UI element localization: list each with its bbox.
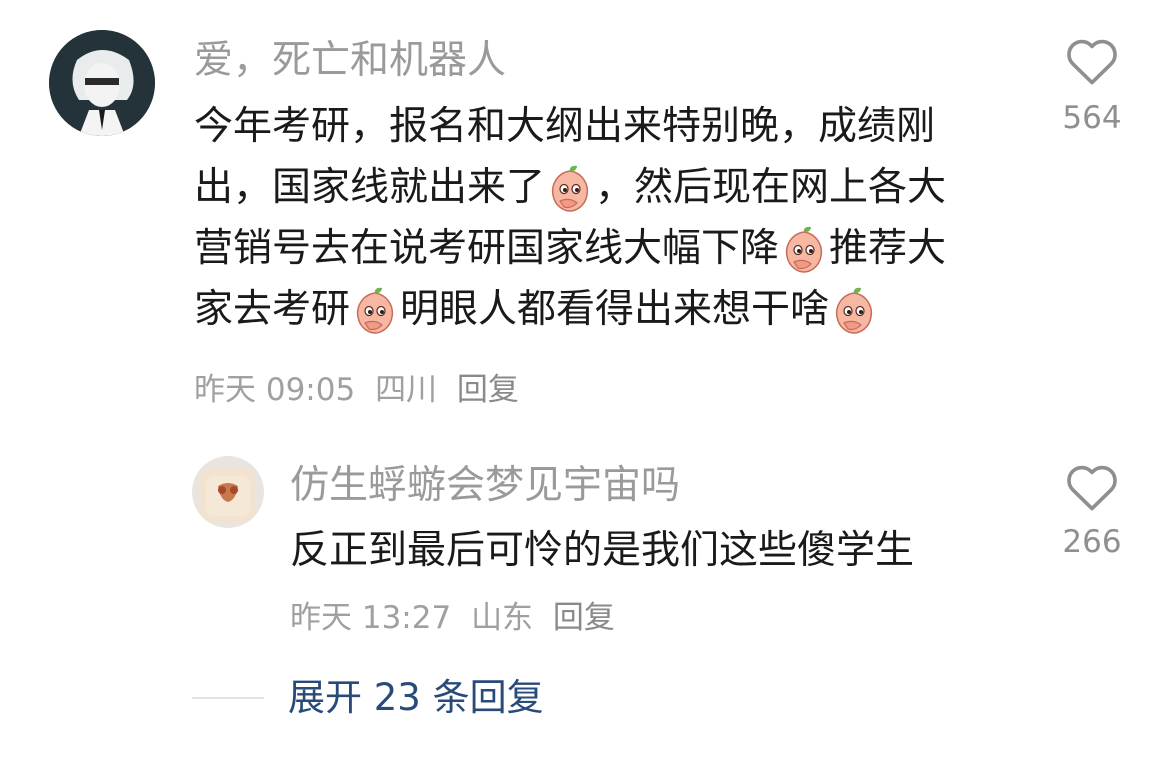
reply-like-button[interactable]: 266 (1052, 462, 1132, 562)
reply-username[interactable]: 仿生蜉蝣会梦见宇宙吗 (290, 462, 680, 510)
comment-main: 爱，死亡和机器人 今年考研，报名和大纲出来特别晚，成绩刚 出，国家线就出来了 ，… (0, 0, 1170, 430)
comment-line: 出，国家线就出来了 ，然后现在网上各大 (194, 157, 1024, 218)
heart-outline-icon (1067, 39, 1117, 85)
comment-text-segment: 家去考研 (194, 287, 351, 332)
comment-username[interactable]: 爱，死亡和机器人 (194, 37, 506, 85)
reply-avatar[interactable] (192, 456, 264, 528)
comment-text-segment: 明眼人都看得出来想干啥 (400, 287, 830, 332)
expand-replies-label[interactable]: 展开 23 条回复 (288, 674, 544, 722)
reply-line: 反正到最后可怜的是我们这些傻学生 (290, 520, 1030, 581)
reply-reply-button[interactable]: 回复 (553, 600, 615, 636)
peach-emoji-icon (781, 224, 827, 274)
reply-button[interactable]: 回复 (457, 372, 519, 408)
peach-emoji-icon (352, 285, 398, 335)
avatar-image (49, 30, 155, 136)
comment-time: 昨天 09:05 (194, 372, 356, 408)
reply-location: 山东 (471, 600, 534, 636)
peach-emoji-icon (547, 163, 593, 213)
like-button[interactable]: 564 (1052, 36, 1132, 138)
comment-line: 家去考研 明眼人都看得出来想干啥 (194, 279, 1024, 340)
avatar[interactable] (49, 30, 155, 136)
reply-like-count: 266 (1062, 524, 1122, 560)
divider (192, 697, 264, 699)
comment-location: 四川 (375, 372, 438, 408)
comment-line: 今年考研，报名和大纲出来特别晚，成绩刚 (194, 96, 1024, 157)
reply-time: 昨天 13:27 (290, 600, 452, 636)
comment-text-segment: 出，国家线就出来了 (194, 165, 546, 210)
expand-replies[interactable]: 展开 23 条回复 (192, 674, 544, 722)
peach-emoji-icon (831, 285, 877, 335)
reply-meta: 昨天 13:27 山东 回复 (290, 598, 625, 638)
comment-text-segment: 推荐大 (829, 226, 947, 271)
comment-reply: 仿生蜉蝣会梦见宇宙吗 反正到最后可怜的是我们这些傻学生 昨天 13:27 山东 … (0, 430, 1170, 650)
like-count: 564 (1062, 100, 1122, 136)
comment-text-segment: ，然后现在网上各大 (595, 165, 947, 210)
comment-line: 营销号去在说考研国家线大幅下降 推荐大 (194, 218, 1024, 279)
reply-avatar-image (192, 456, 264, 528)
comment-content: 今年考研，报名和大纲出来特别晚，成绩刚 出，国家线就出来了 ，然后现在网上各大 … (194, 96, 1024, 340)
reply-text: 反正到最后可怜的是我们这些傻学生 (290, 528, 915, 573)
heart-outline-icon (1067, 465, 1117, 511)
comment-text-segment: 营销号去在说考研国家线大幅下降 (194, 226, 780, 271)
reply-content: 反正到最后可怜的是我们这些傻学生 (290, 520, 1030, 581)
comment-meta: 昨天 09:05 四川 回复 (194, 370, 529, 410)
comment-text-segment: 今年考研，报名和大纲出来特别晚，成绩刚 (194, 104, 936, 149)
